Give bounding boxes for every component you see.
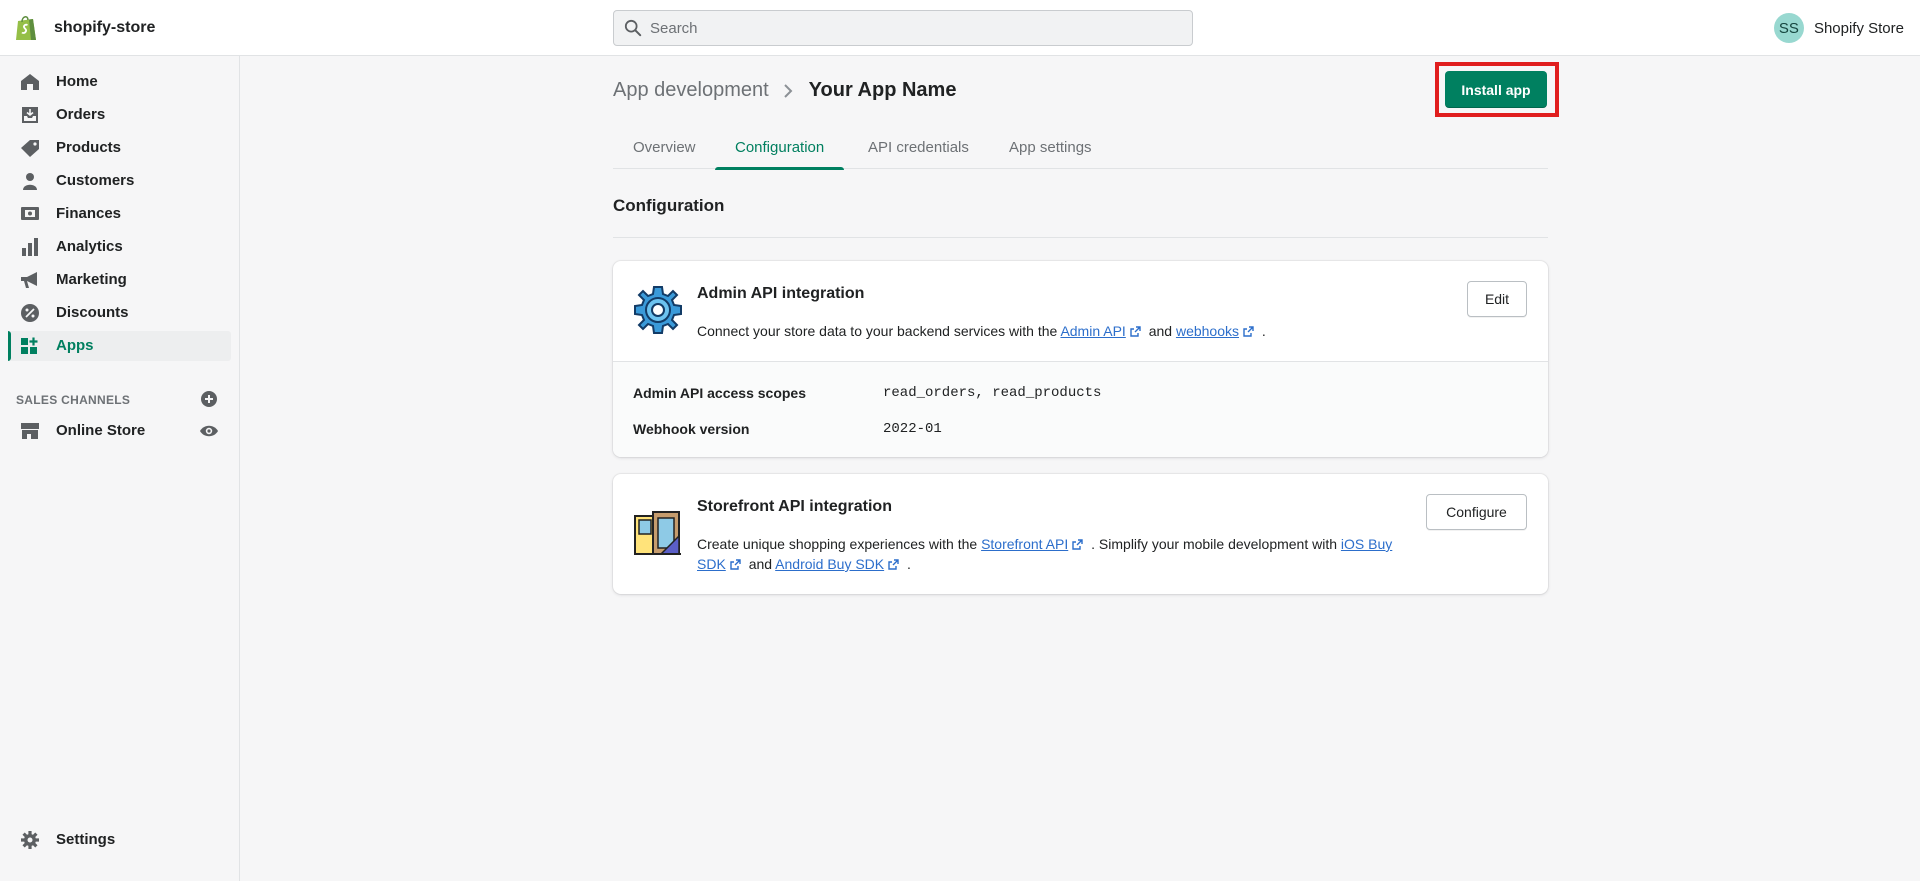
sidebar-item-label: Home [56,73,98,90]
store-icon [21,423,39,439]
description-text: Connect your store data to your backend … [697,323,1058,339]
megaphone-icon [21,272,37,288]
sidebar-item-label: Analytics [56,238,123,255]
card-description: Connect your store data to your backend … [697,321,1417,341]
scopes-section: Admin API access scopes read_orders, rea… [613,362,1548,457]
description-text: . [1261,323,1266,339]
webhooks-link[interactable]: webhooks [1176,323,1239,339]
external-link-icon [1130,326,1141,337]
tag-icon [21,140,39,157]
webhook-version-value: 2022-01 [883,421,942,437]
sidebar-item-label: Marketing [56,271,127,288]
finances-icon [21,207,39,220]
admin-api-link[interactable]: Admin API [1060,323,1125,339]
eye-icon[interactable] [199,424,219,438]
orders-icon [22,107,38,123]
tab-app-settings[interactable]: App settings [989,126,1112,169]
configure-button[interactable]: Configure [1426,494,1527,530]
add-circle-icon[interactable] [200,390,218,408]
description-text: . Simplify your mobile development with [1091,536,1338,552]
search-input[interactable] [650,11,1180,45]
card-description: Create unique shopping experiences with … [697,534,1417,574]
tab-configuration[interactable]: Configuration [715,126,845,170]
top-bar: shopify-store SS Shopify Store [0,0,1920,56]
sidebar-item-customers[interactable]: Customers [8,166,231,196]
sidebar-item-home[interactable]: Home [8,67,231,97]
page-title: Your App Name [808,79,957,101]
sidebar-item-products[interactable]: Products [8,133,231,163]
sidebar-item-label: Discounts [56,304,129,321]
breadcrumb-parent[interactable]: App development [613,79,769,102]
sidebar-item-label: Apps [56,337,94,354]
section-heading: Configuration [613,196,725,215]
sidebar-item-marketing[interactable]: Marketing [8,265,231,295]
account-name[interactable]: Shopify Store [1814,20,1904,37]
apps-icon [21,337,38,354]
active-indicator [8,331,11,361]
search-icon [624,19,642,37]
external-link-icon [730,559,741,570]
sidebar-item-settings[interactable]: Settings [8,825,231,855]
bar-chart-icon [22,238,38,256]
tab-api-credentials[interactable]: API credentials [848,126,989,169]
sales-channels-heading: SALES CHANNELS [16,393,131,407]
search-bar[interactable] [613,10,1193,46]
sidebar-item-orders[interactable]: Orders [8,100,231,130]
edit-button[interactable]: Edit [1467,281,1527,317]
avatar[interactable]: SS [1773,13,1804,43]
sidebar-item-label: Settings [56,831,116,848]
description-text: and [748,556,773,572]
gear-icon [634,286,682,334]
external-link-icon [1072,539,1083,550]
description-text: and [1148,323,1173,339]
gear-icon [21,831,39,849]
sidebar-item-label: Orders [56,106,106,123]
external-link-icon [1243,326,1254,337]
sidebar-item-discounts[interactable]: Discounts [8,298,231,328]
tab-bar: Overview Configuration API credentials A… [613,126,1548,170]
card-title: Storefront API integration [697,498,892,515]
account-menu[interactable]: SS Shopify Store [1773,13,1904,43]
person-icon [23,173,37,190]
shopify-bag-icon[interactable] [14,14,38,42]
card-title: Admin API integration [697,285,865,302]
description-text: . [907,556,911,572]
divider [613,237,1548,238]
discount-icon [21,304,39,322]
external-link-icon [888,559,899,570]
sidebar-item-apps[interactable]: Apps [8,331,231,361]
tab-overview[interactable]: Overview [613,126,716,169]
android-buy-sdk-link[interactable]: Android Buy SDK [775,556,884,572]
sidebar-item-analytics[interactable]: Analytics [8,232,231,262]
install-app-button[interactable]: Install app [1445,71,1547,108]
webhook-version-label: Webhook version [633,421,750,437]
storefront-api-link[interactable]: Storefront API [981,536,1068,552]
sidebar-item-online-store[interactable]: Online Store [8,416,231,446]
scopes-value: read_orders, read_products [883,385,1102,401]
description-text: Create unique shopping experiences with … [697,536,978,552]
sidebar-item-label: Finances [56,205,122,222]
storefront-icon [634,511,681,555]
sidebar-item-finances[interactable]: Finances [8,199,231,229]
storefront-api-card: Storefront API integration Create unique… [613,474,1548,594]
sidebar-item-label: Customers [56,172,135,189]
scopes-label: Admin API access scopes [633,385,807,401]
sidebar-item-label: Products [56,139,122,156]
chevron-right-icon [783,83,793,98]
sidebar-item-label: Online Store [56,422,146,439]
breadcrumb: App development Your App Name [613,79,956,102]
home-icon [21,74,39,90]
admin-api-card: Admin API integration Connect your store… [613,261,1548,457]
sidebar: Home Orders Products Customers Finances … [0,56,240,881]
store-name[interactable]: shopify-store [54,19,155,37]
